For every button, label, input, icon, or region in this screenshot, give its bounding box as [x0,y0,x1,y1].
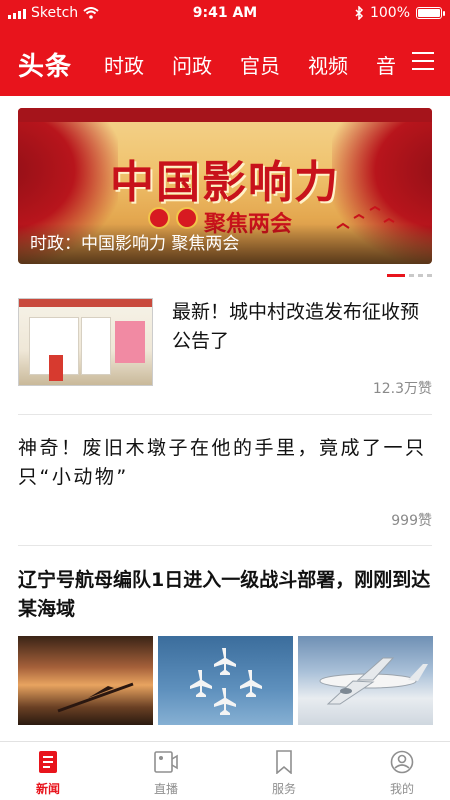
tab-label: 新闻 [35,782,60,796]
article-item[interactable]: 最新！城中村改造发布征收预公告了 12.3万赞 [18,298,432,398]
battery-icon [416,7,445,19]
profile-icon [390,750,414,774]
carousel-dot [427,274,432,277]
news-icon [39,751,57,773]
article-title: 最新！城中村改造发布征收预公告了 [172,301,420,352]
carousel-dot [409,274,414,277]
tab-audio[interactable]: 音 [376,50,396,79]
bottom-tab-bar: 新闻 直播 服务 我的 [0,741,450,800]
tab-live[interactable]: 直播 [126,750,206,797]
board-header [19,299,152,307]
carousel-dot [418,274,423,277]
tab-label: 直播 [153,782,178,796]
divider [18,545,432,546]
status-bar: Sketch 9:41 AM 100% [0,0,450,26]
poster [115,321,145,363]
article-image [298,636,433,725]
article-item[interactable]: 辽宁号航母编队1日进入一级战斗部署，刚刚到达某海域 [18,566,433,726]
category-nav: 头条 时政 问政 官员 视频 音 [0,38,450,84]
brand-title[interactable]: 头条 [18,46,72,83]
tab-politics[interactable]: 时政 [104,50,144,79]
curtain-valance [18,108,432,122]
tab-video[interactable]: 视频 [308,50,348,79]
like-count: 12.3万赞 [372,381,432,397]
bluetooth-icon [355,6,364,20]
tab-label: 服务 [271,782,296,796]
tab-inquiry[interactable]: 问政 [172,50,212,79]
jet-formation-illustration [190,648,262,715]
poster [49,355,63,381]
tab-service[interactable]: 服务 [244,750,324,797]
airliner-illustration [319,657,428,705]
article-title: 神奇！废旧木墩子在他的手里，竟成了一只只“小动物” [18,437,427,488]
article-image [18,636,153,725]
article-image [158,636,293,725]
carousel-indicator [387,274,432,277]
banner-art-title: 中国影响力 [110,157,340,208]
notice-board [81,317,111,375]
banner-caption: 时政：中国影响力 聚焦两会 [30,234,240,254]
live-video-icon [154,751,178,773]
article-title: 辽宁号航母编队1日进入一级战斗部署，刚刚到达某海域 [18,569,431,620]
divider [18,414,432,415]
bookmark-icon [276,750,292,774]
tab-officials[interactable]: 官员 [240,50,280,79]
like-count: 999赞 [391,513,432,529]
article-image-row [18,636,433,725]
glider-illustration [57,682,134,713]
tab-news[interactable]: 新闻 [8,750,88,797]
carousel-dot-active [387,274,405,277]
tab-label: 我的 [389,782,414,796]
article-item[interactable]: 神奇！废旧木墩子在他的手里，竟成了一只只“小动物” 999赞 [18,434,432,530]
article-thumbnail [18,298,153,386]
tab-profile[interactable]: 我的 [362,750,442,797]
battery-percent: 100% [369,5,410,21]
status-right: 100% [355,5,445,21]
hamburger-menu-icon[interactable] [412,52,434,76]
app-header: Sketch 9:41 AM 100% 头条 时政 问政 官员 视频 音 [0,0,450,96]
banner-carousel[interactable]: 中国影响力 聚焦两会 时政：中国影响力 聚焦两会 [18,108,432,264]
